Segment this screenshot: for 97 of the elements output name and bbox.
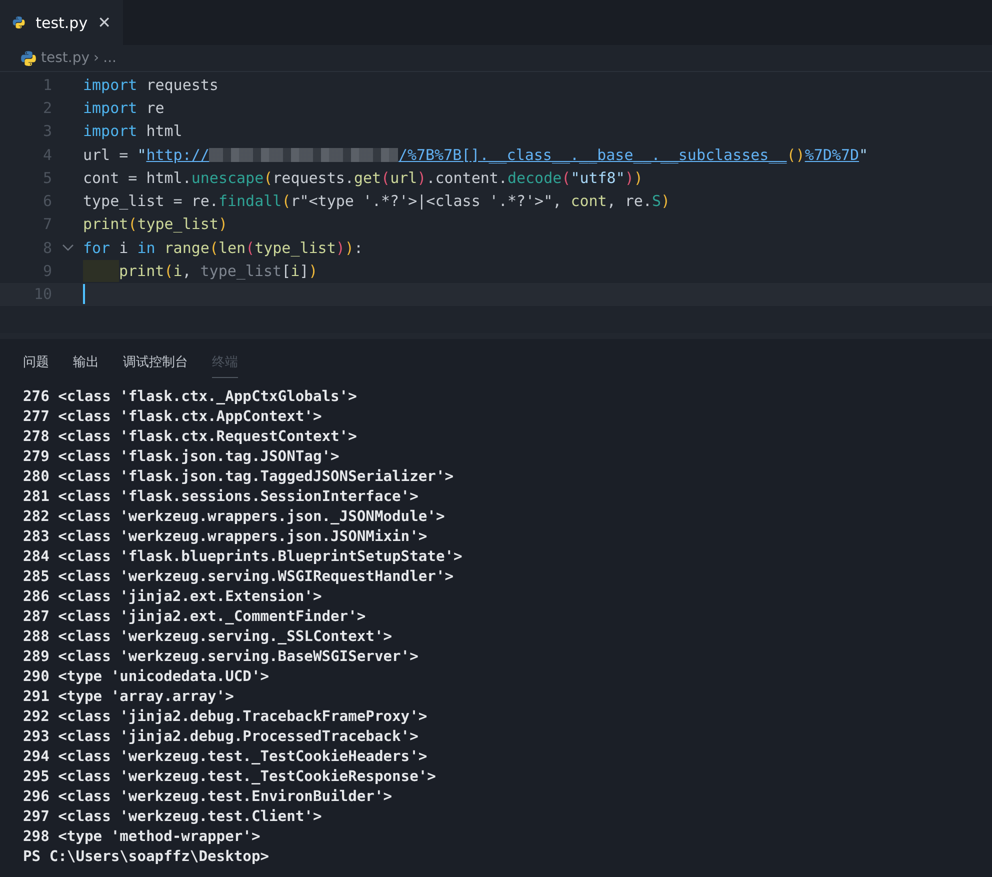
terminal-line: 281 <class 'flask.sessions.SessionInterface'> [23,487,420,507]
terminal-line: 284 <class 'flask.blueprints.BlueprintSetupState'> [23,547,464,567]
terminal-line: 287 <class 'jinja2.ext._CommentFinder'> [23,607,367,627]
code-token: () [786,146,805,164]
code-token: unescape [191,168,264,187]
code-token: decode [507,168,562,187]
code-token: re [145,98,164,117]
code-token: .content. [426,168,508,187]
terminal-line: 279 <class 'flask.json.tag.JSONTag'> [23,447,340,467]
code-token: ) [308,262,318,280]
terminal-line: 282 <class 'werkzeug.wrappers.json._JSONModule'> [23,507,446,527]
code-token: S [652,192,661,210]
terminal-line: 276 <class 'flask.ctx._AppCtxGlobals'> [23,387,358,407]
code-token: " [137,146,146,164]
code-token: type_list = re. [83,192,218,210]
code-token: ( [128,215,138,234]
code-token: cont [570,192,607,210]
terminal-line: 280 <class 'flask.json.tag.TaggedJSONSerializer'> [23,467,455,487]
code-token: "utf8" [570,168,625,187]
code-token: i [290,262,300,280]
code-token: print [83,215,128,234]
terminal-line: 297 <class 'werkzeug.test.Client'> [23,807,323,827]
code-token: import [83,122,138,140]
breadcrumb-separator: › [94,50,100,66]
code-token: ( [381,168,390,187]
terminal-line: 283 <class 'werkzeug.wrappers.json.JSONMixin'> [23,527,428,547]
code-token: html [145,122,182,140]
terminal-line: 296 <class 'werkzeug.test.EnvironBuilder'> [23,787,394,807]
panel-tab[interactable]: 问题 [23,349,49,378]
code-token: " [859,146,868,164]
code-token: ( [282,192,291,210]
terminal-line: 277 <class 'flask.ctx.AppContext'> [23,407,323,427]
link[interactable]: http:// [146,146,210,164]
breadcrumb-file[interactable]: test.py [41,50,90,66]
panel-tab[interactable]: 输出 [73,349,99,378]
code-token: get [354,168,382,187]
python-icon [20,50,37,66]
code-token: : [354,238,363,257]
terminal-line: 298 <type 'method-wrapper'> [23,827,262,847]
terminal-line: 285 <class 'werkzeug.serving.WSGIRequestHandler'> [23,567,455,587]
close-button[interactable]: ✕ [98,13,111,32]
code-token: len [218,238,246,257]
terminal-line: 295 <class 'werkzeug.test._TestCookieResponse'> [23,767,437,787]
code-token: url [390,168,418,187]
terminal-line: 289 <class 'werkzeug.serving.BaseWSGIServer'> [23,647,420,667]
code-token: cont = html. [83,168,192,187]
code-token: ( [562,168,571,187]
code-token: r"<type '.*?'>|<class '.*?'>", [290,192,563,210]
terminal-line: 291 <type 'array.array'> [23,687,235,707]
code-token: type_list [254,238,336,257]
code-token: range [163,238,210,257]
code-token: ) [417,168,426,187]
code-token: requests. [272,168,354,187]
code-token: import [83,76,138,94]
terminal-line: 293 <class 'jinja2.debug.ProcessedTraceback'> [23,727,420,747]
code-token: import [83,98,138,117]
code-token: ) [661,192,670,210]
code-token: ) [336,238,345,257]
terminal-line: PS C:\Users\soapffz\Desktop> [23,847,270,867]
code-token: in [137,238,156,257]
code-token: ( [246,238,255,257]
terminal-line: 292 <class 'jinja2.debug.TracebackFrameProxy'> [23,707,428,727]
code-token: ) [218,215,228,234]
code-token: type_list [137,215,218,234]
code-token: print [119,262,164,280]
indent-guide [83,260,119,282]
code-token: , [182,262,192,280]
terminal-line: 290 <type 'unicodedata.UCD'> [23,667,270,687]
editor-tab[interactable]: test.py ✕ [0,0,123,45]
code-token: ( [209,238,218,257]
code-token: , re. [606,192,652,210]
code-token: ) [624,168,634,187]
code-token: ( [264,168,273,187]
code-token: url = [83,146,130,164]
tab-label: test.py [36,14,88,32]
terminal-line: 286 <class 'jinja2.ext.Extension'> [23,587,323,607]
terminal-line: 288 <class 'werkzeug.serving._SSLContext'> [23,627,394,647]
code-token: ( [164,262,174,280]
link[interactable]: %7D%7D [804,146,860,164]
code-token: i [118,238,130,257]
python-icon [12,14,26,31]
code-token: for [83,238,110,257]
link[interactable]: /%7B%7B[].__class__.__base__.__subclasses__ [398,146,787,164]
code-token: [ [282,262,291,280]
code-token: i [173,262,182,280]
terminal-line: 278 <class 'flask.ctx.RequestContext'> [23,427,358,447]
text-cursor [83,284,85,304]
fold-chevron-icon[interactable] [62,244,74,252]
breadcrumb-more[interactable]: ... [103,50,116,66]
code-token: ) [634,168,643,187]
terminal-line: 294 <class 'werkzeug.test._TestCookieHeaders'> [23,747,428,767]
code-token: requests [145,76,218,94]
panel-tab[interactable]: 调试控制台 [123,349,188,378]
code-token: ] [300,262,309,280]
code-token: findall [218,192,282,210]
code-token: ) [344,238,354,257]
code-token: type_list [200,262,282,280]
